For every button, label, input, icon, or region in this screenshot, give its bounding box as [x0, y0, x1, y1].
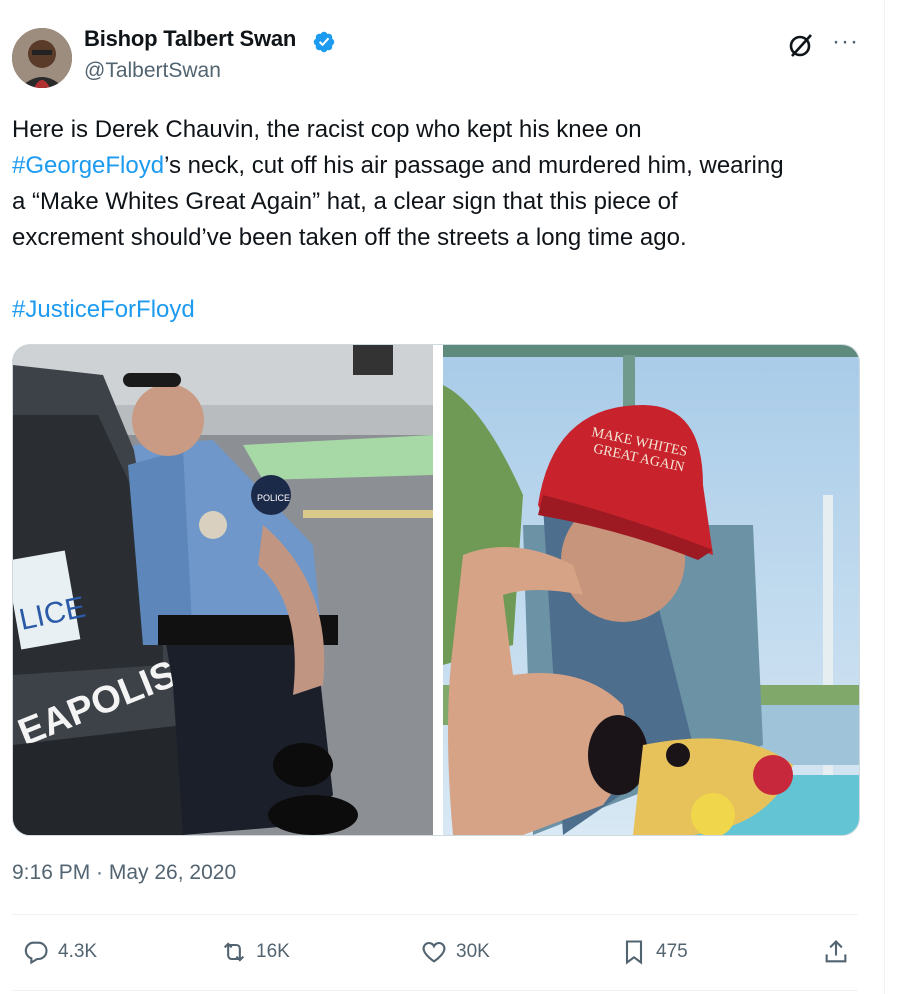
repost-button[interactable]: 16K: [220, 935, 290, 969]
hashtag-link[interactable]: #GeorgeFloyd: [12, 152, 164, 179]
tweet-line: a “Make Whites Great Again” hat, a clear…: [12, 188, 678, 215]
bookmark-button[interactable]: 475: [620, 935, 688, 969]
tweet-line: excrement should’ve been taken off the s…: [12, 224, 687, 251]
tweet-text: Here is Derek Chauvin, the racist cop wh…: [12, 112, 872, 328]
reply-button[interactable]: 4.3K: [22, 935, 97, 969]
like-button[interactable]: 30K: [420, 935, 490, 969]
tweet-line: #GeorgeFloyd’s neck, cut off his air pas…: [12, 148, 872, 184]
media-grid[interactable]: LICE EAPOLIS POLICE MAKE WHITES GREAT AG…: [12, 344, 860, 836]
tweet-line: #JusticeForFloyd: [12, 292, 872, 328]
photo-officer[interactable]: LICE EAPOLIS POLICE: [13, 345, 433, 835]
repost-icon: [223, 942, 245, 962]
divider: [12, 914, 858, 915]
share-icon: [825, 940, 847, 963]
author-name[interactable]: Bishop Talbert Swan: [84, 26, 296, 52]
hashtag-link[interactable]: #JusticeForFloyd: [12, 296, 195, 323]
reply-count: 4.3K: [58, 941, 98, 962]
avatar[interactable]: [12, 28, 72, 88]
tweet-text-segment: ’s neck, cut off his air passage and mur…: [164, 152, 784, 179]
share-button[interactable]: [822, 935, 858, 969]
column-border: [884, 0, 885, 994]
photo-hat[interactable]: MAKE WHITES GREAT AGAIN: [443, 345, 859, 835]
verified-badge-icon: [313, 31, 335, 53]
bookmark-icon: [625, 940, 643, 965]
grok-icon[interactable]: [786, 30, 816, 60]
like-icon: [422, 941, 446, 963]
timestamp[interactable]: 9:16 PM · May 26, 2020: [12, 861, 236, 885]
patch-text: POLICE: [257, 493, 290, 503]
more-icon[interactable]: ···: [832, 28, 859, 56]
bookmark-count: 475: [656, 941, 688, 962]
reply-icon: [24, 941, 48, 965]
author-handle[interactable]: @TalbertSwan: [84, 59, 221, 83]
divider: [12, 990, 858, 991]
repost-count: 16K: [256, 941, 290, 962]
tweet-line: Here is Derek Chauvin, the racist cop wh…: [12, 116, 642, 143]
like-count: 30K: [456, 941, 490, 962]
